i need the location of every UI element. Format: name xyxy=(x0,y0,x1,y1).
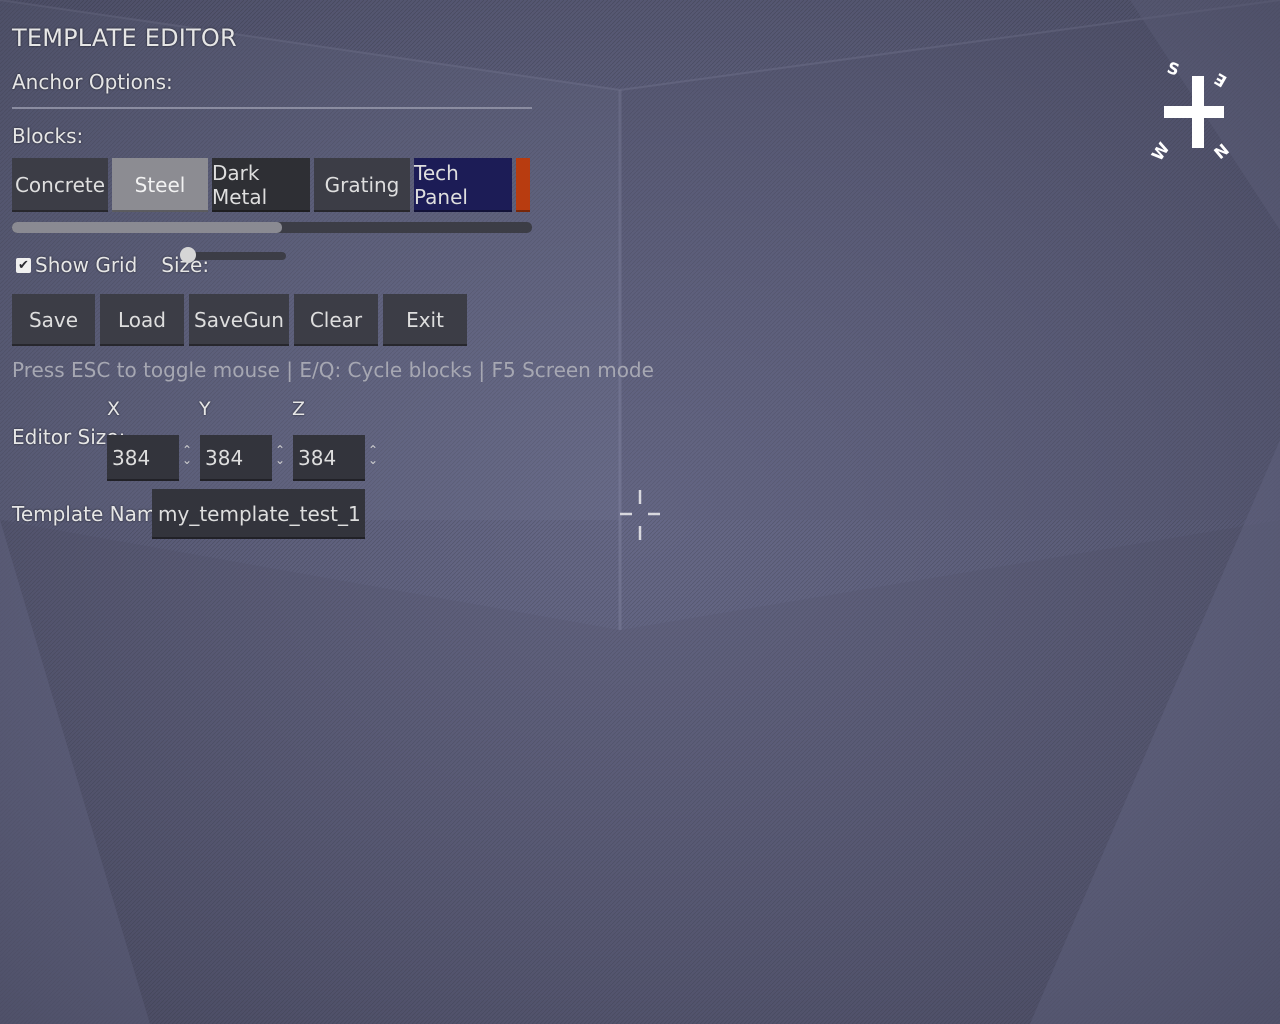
clear-button[interactable]: Clear xyxy=(294,294,378,346)
compass-s: S xyxy=(1165,58,1182,80)
spinner-arrows-icon[interactable]: ⌃ ⌄ xyxy=(181,444,193,469)
page-title: TEMPLATE EDITOR xyxy=(12,24,237,52)
compass-widget: S E W N xyxy=(1148,58,1233,165)
block-label: Dark Metal xyxy=(212,161,268,209)
checkmark-icon: ✔ xyxy=(18,257,29,273)
template-name-label: Template Name: xyxy=(12,502,176,526)
block-button-tech-panel[interactable]: Tech Panel xyxy=(414,158,512,212)
block-button-steel[interactable]: Steel xyxy=(112,158,208,212)
save-gun-button[interactable]: SaveGun xyxy=(189,294,289,346)
block-button-dark-metal[interactable]: Dark Metal xyxy=(212,158,310,212)
editor-size-y-spinbox[interactable]: 384 ⌃ ⌄ xyxy=(200,435,292,481)
block-palette-scrollbar[interactable] xyxy=(12,222,532,233)
save-button[interactable]: Save xyxy=(12,294,95,346)
slider-knob[interactable] xyxy=(180,247,196,263)
separator xyxy=(12,107,532,109)
scrollbar-thumb[interactable] xyxy=(12,222,283,233)
anchor-options-label: Anchor Options: xyxy=(12,70,173,94)
crosshair-icon xyxy=(620,490,660,540)
axis-label-y: Y xyxy=(199,398,211,420)
compass-w: W xyxy=(1148,139,1174,165)
slider-track[interactable] xyxy=(184,252,286,260)
show-grid-label: Show Grid xyxy=(35,253,138,277)
compass-e: E xyxy=(1211,69,1230,91)
compass-n: N xyxy=(1210,140,1232,163)
template-name-input[interactable]: my_template_test_1 xyxy=(152,489,365,539)
grid-size-slider[interactable] xyxy=(180,247,288,267)
spinner-arrows-icon[interactable]: ⌃ ⌄ xyxy=(367,444,379,469)
block-button-concrete[interactable]: Concrete xyxy=(12,158,108,212)
editor-size-x-input[interactable]: 384 xyxy=(107,435,179,481)
editor-size-y-input[interactable]: 384 xyxy=(200,435,272,481)
show-grid-checkbox[interactable]: ✔ xyxy=(16,257,31,273)
block-label: Grating xyxy=(324,173,400,197)
editor-size-z-input[interactable]: 384 xyxy=(293,435,365,481)
block-palette: Concrete Steel Dark Metal Grating Tech P… xyxy=(12,158,532,212)
spinner-arrows-icon[interactable]: ⌃ ⌄ xyxy=(274,444,286,469)
controls-hint: Press ESC to toggle mouse | E/Q: Cycle b… xyxy=(12,358,654,382)
block-label: Tech Panel xyxy=(414,161,468,209)
block-button-orange[interactable] xyxy=(516,158,530,212)
exit-button[interactable]: Exit xyxy=(383,294,467,346)
block-label: Concrete xyxy=(14,173,106,197)
block-label: Steel xyxy=(134,173,186,197)
load-button[interactable]: Load xyxy=(100,294,184,346)
block-button-grating[interactable]: Grating xyxy=(314,158,410,212)
editor-size-x-spinbox[interactable]: 384 ⌃ ⌄ xyxy=(107,435,199,481)
action-buttons: Save Load SaveGun Clear Exit xyxy=(12,294,467,346)
blocks-label: Blocks: xyxy=(12,124,84,148)
axis-label-z: Z xyxy=(292,398,306,420)
axis-label-x: X xyxy=(107,398,121,420)
editor-size-z-spinbox[interactable]: 384 ⌃ ⌄ xyxy=(293,435,385,481)
